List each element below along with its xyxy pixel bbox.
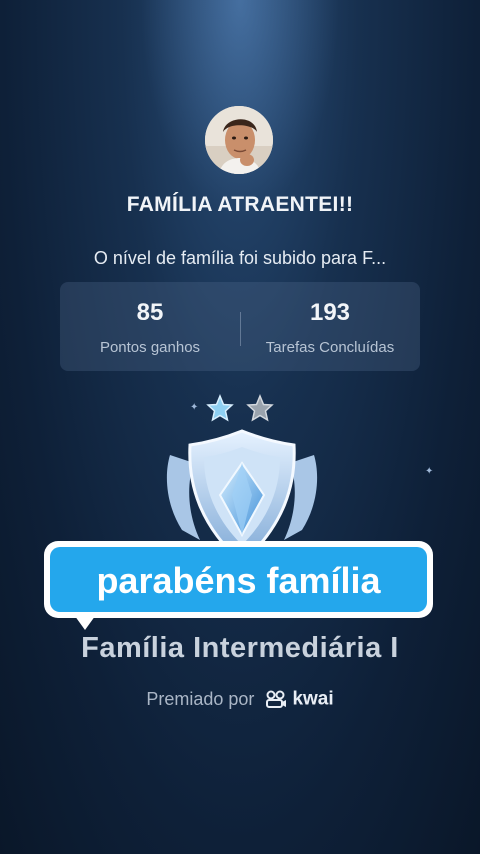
family-name: FAMÍLIA ATRAENTEI!!	[126, 193, 354, 216]
star-filled-icon	[206, 394, 234, 422]
level-name: Família Intermediária I	[81, 632, 399, 664]
points-value: 85	[136, 299, 164, 326]
avatar-image	[205, 106, 273, 174]
avatar[interactable]	[205, 106, 273, 174]
level-stars	[205, 394, 277, 424]
kwai-brand: kwai	[292, 688, 334, 710]
sparkle-icon: ✦	[190, 402, 199, 413]
sparkle-icon: ✦	[425, 466, 434, 477]
award-prefix: Premiado por	[146, 688, 255, 709]
kwai-logo-icon	[266, 690, 287, 709]
star-empty-icon	[246, 394, 274, 422]
award-line: Premiado por kwai	[0, 688, 480, 710]
stat-tasks: 193 Tarefas Concluídas	[240, 282, 420, 371]
tasks-label: Tarefas Concluídas	[265, 339, 395, 356]
congratulations-banner: parabéns família	[44, 541, 433, 618]
stat-points: 85 Pontos ganhos	[60, 282, 240, 371]
level-up-message: O nível de família foi subido para F...	[93, 248, 387, 268]
points-label: Pontos ganhos	[99, 339, 201, 356]
banner-tail	[72, 612, 98, 630]
tasks-value: 193	[309, 299, 351, 326]
banner-text: parabéns família	[96, 560, 381, 601]
stats-panel: 85 Pontos ganhos 193 Tarefas Concluídas	[60, 282, 420, 371]
